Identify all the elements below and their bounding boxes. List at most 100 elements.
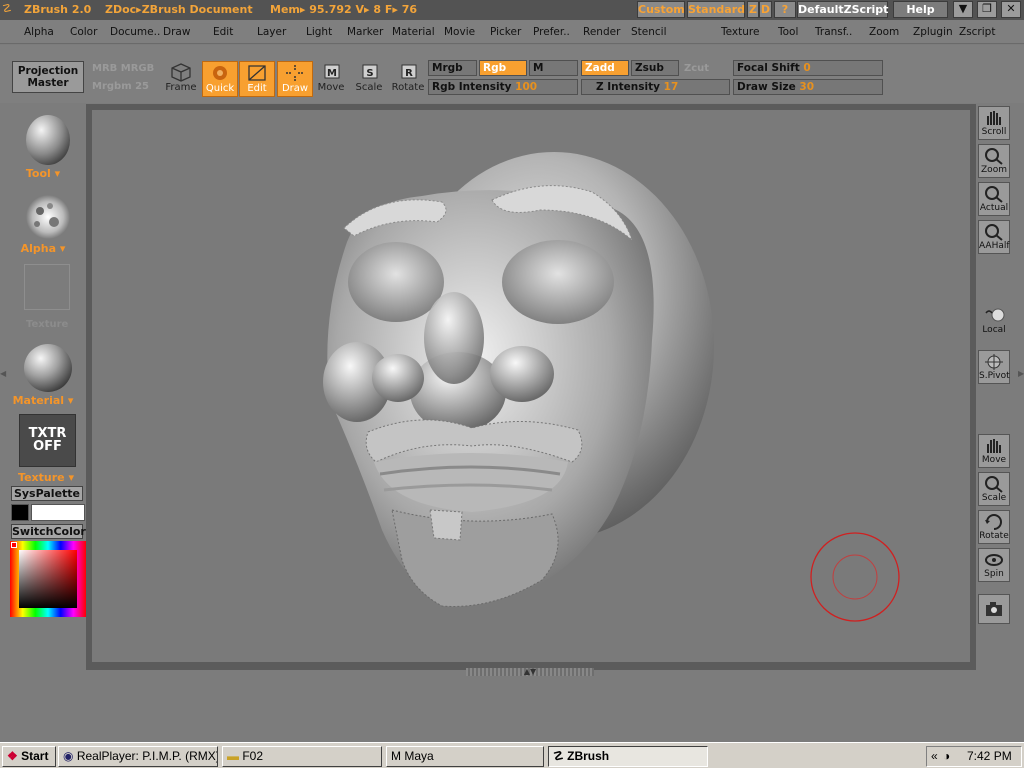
rotate-icon: R (401, 64, 417, 79)
menu-draw[interactable]: Draw (163, 26, 190, 38)
close-button[interactable]: ✕ (1001, 1, 1021, 18)
menu-zplugin[interactable]: Zplugin (913, 26, 953, 38)
mrgb-toggle[interactable]: Mrgb (428, 60, 477, 76)
left-tray-handle-icon[interactable]: ◀ (0, 369, 6, 389)
alpha-thumbnail[interactable] (22, 192, 74, 242)
task-zbrush[interactable]: ☡ ZBrush (548, 746, 708, 767)
quick-button[interactable]: Quick (202, 61, 238, 97)
menu-edit[interactable]: Edit (213, 26, 233, 38)
tray-expand-icon[interactable]: « (931, 747, 938, 765)
texture-thumbnail[interactable]: TXTR OFF (19, 414, 76, 467)
zoom-button[interactable]: Zoom (978, 144, 1010, 178)
spin-icon (985, 554, 1003, 566)
task-realplayer[interactable]: ◉ RealPlayer: P.I.M.P. (RMX) (58, 746, 218, 767)
hue-ring[interactable] (10, 541, 86, 617)
material-thumbnail[interactable] (22, 342, 74, 394)
alpha-palette-label[interactable]: Alpha ▾ (3, 242, 83, 255)
tray-speaker-icon[interactable]: ◑ (943, 747, 950, 765)
move-button[interactable]: M Move (313, 61, 349, 97)
draw-size-slider[interactable]: Draw Size 30 (733, 79, 883, 95)
custom-button[interactable]: Custom (637, 1, 685, 18)
menu-marker[interactable]: Marker (347, 26, 383, 38)
task-maya[interactable]: M Maya (386, 746, 544, 767)
menu-document[interactable]: Docume.. (110, 26, 160, 38)
rgb-intensity-slider[interactable]: Rgb Intensity 100 (428, 79, 578, 95)
focal-shift-slider[interactable]: Focal Shift 0 (733, 60, 883, 76)
menu-preferences[interactable]: Prefer.. (533, 26, 570, 38)
m-toggle[interactable]: M (529, 60, 578, 76)
magnifier-icon (985, 476, 1003, 493)
app-title: ZBrush 2.0 (24, 3, 92, 16)
minimize-button[interactable]: ▼ (953, 1, 973, 18)
question-button[interactable]: ? (774, 1, 796, 18)
clock[interactable]: 7:42 PM (967, 747, 1012, 765)
magnifier-icon (985, 148, 1003, 165)
menu-picker[interactable]: Picker (490, 26, 521, 38)
z-intensity-slider[interactable]: Z Intensity 17 (581, 79, 730, 95)
scale-view-button[interactable]: Scale (978, 472, 1010, 506)
menu-transform[interactable]: Transf.. (815, 26, 852, 38)
zadd-toggle[interactable]: Zadd (581, 60, 629, 76)
menu-alpha[interactable]: Alpha (24, 26, 54, 38)
frame-button[interactable]: Frame (163, 61, 199, 97)
rotate-view-button[interactable]: Rotate (978, 510, 1010, 544)
projection-master-button[interactable]: Projection Master (12, 61, 84, 93)
color-picker-cursor[interactable] (11, 542, 17, 548)
task-zbrush-label: ZBrush (567, 749, 610, 763)
menu-movie[interactable]: Movie (444, 26, 475, 38)
edit-button[interactable]: Edit (239, 61, 275, 97)
draw-button[interactable]: Draw (277, 61, 313, 97)
menu-zscript[interactable]: Zscript (959, 26, 995, 38)
help-button[interactable]: Help (893, 1, 948, 18)
rotate-button[interactable]: R Rotate (390, 61, 426, 97)
tool-palette-label[interactable]: Tool ▾ (3, 167, 83, 180)
menu-tool[interactable]: Tool (778, 26, 798, 38)
spin-button[interactable]: Spin (978, 548, 1010, 582)
color-picker-square[interactable] (19, 550, 77, 608)
syspalette-button[interactable]: SysPalette (11, 486, 83, 501)
menu-zoom[interactable]: Zoom (869, 26, 899, 38)
primary-color-swatch[interactable] (11, 504, 29, 521)
task-folder-f02[interactable]: ▬ F02 (222, 746, 382, 767)
material-palette-label[interactable]: Material ▾ (3, 394, 83, 407)
menu-color[interactable]: Color (70, 26, 97, 38)
secondary-color-swatch[interactable] (31, 504, 85, 521)
spin-label: Spin (984, 569, 1004, 579)
frame-label: Frame (165, 82, 197, 93)
zsub-toggle[interactable]: Zsub (631, 60, 679, 76)
switchcolor-button[interactable]: SwitchColor (11, 524, 86, 539)
scale-button[interactable]: S Scale (351, 61, 387, 97)
scroll-button[interactable]: Scroll (978, 106, 1010, 140)
edit-label: Edit (247, 83, 267, 94)
zcut-toggle-disabled: Zcut (684, 63, 710, 74)
menu-render[interactable]: Render (583, 26, 620, 38)
actual-button[interactable]: Actual (978, 182, 1010, 216)
rgb-toggle[interactable]: Rgb (479, 60, 527, 76)
move-view-button[interactable]: Move (978, 434, 1010, 468)
aahalf-button[interactable]: AAHalf (978, 220, 1010, 254)
restore-button[interactable]: ❐ (977, 1, 997, 18)
document-canvas[interactable] (92, 110, 970, 662)
snapshot-button[interactable] (978, 594, 1010, 624)
menu-stencil[interactable]: Stencil (631, 26, 667, 38)
hand-icon (987, 439, 1001, 453)
menu-layer[interactable]: Layer (257, 26, 286, 38)
menu-light[interactable]: Light (306, 26, 332, 38)
bottom-tray-handle[interactable]: ▲▼ (466, 668, 594, 676)
menu-material[interactable]: Material (392, 26, 435, 38)
texture-slot-disabled (24, 264, 70, 310)
texture-palette-label[interactable]: Texture ▾ (6, 471, 86, 484)
z-button[interactable]: Z (747, 1, 759, 18)
spivot-button[interactable]: S.Pivot (978, 350, 1010, 384)
right-shelf-handle-icon[interactable]: ▶ (1018, 369, 1024, 389)
start-button[interactable]: ❖ Start (2, 746, 56, 767)
menu-texture[interactable]: Texture (721, 26, 759, 38)
disabled-mrgbm-label: Mrgbm 25 (92, 81, 150, 92)
tool-thumbnail[interactable] (22, 112, 74, 170)
windows-flag-icon: ❖ (7, 749, 18, 763)
focal-shift-value: 0 (803, 62, 811, 74)
local-button[interactable]: Local (978, 304, 1010, 338)
d-button[interactable]: D (759, 1, 772, 18)
default-zscript-button[interactable]: DefaultZScript (797, 1, 888, 18)
standard-button[interactable]: Standard (687, 1, 745, 18)
